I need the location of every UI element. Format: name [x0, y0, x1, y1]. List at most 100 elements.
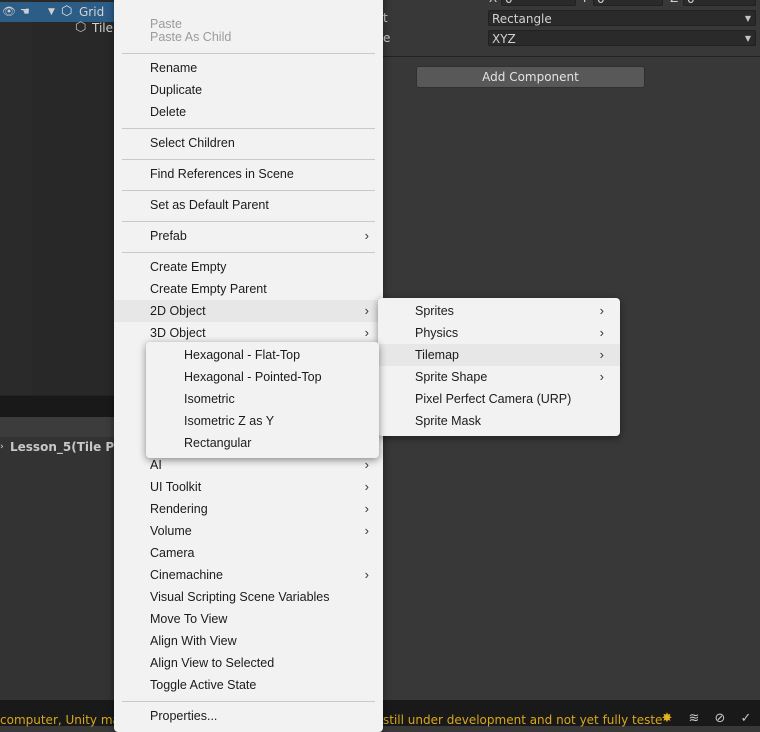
submenu-tilemap: Hexagonal - Flat-Top Hexagonal - Pointed…: [146, 342, 379, 458]
menu-separator: [122, 128, 375, 129]
menu-item-label: Prefab: [150, 229, 187, 243]
menu-item-isometric[interactable]: Isometric: [146, 388, 379, 410]
menu-item-camera[interactable]: Camera: [114, 542, 383, 564]
menu-item-rendering[interactable]: Rendering ›: [114, 498, 383, 520]
menu-item-sprite-shape[interactable]: Sprite Shape ›: [378, 366, 620, 388]
menu-item-label: Delete: [150, 105, 187, 119]
menu-item-cinemachine[interactable]: Cinemachine ›: [114, 564, 383, 586]
dropdown-value: XYZ: [492, 32, 516, 46]
menu-item-label: Cinemachine: [150, 568, 223, 582]
menu-item-label: 2D Object: [150, 304, 206, 318]
checkmark-icon[interactable]: ✓: [738, 711, 754, 727]
menu-item-pixel-perfect-camera[interactable]: Pixel Perfect Camera (URP): [378, 388, 620, 410]
menu-item-3d-object[interactable]: 3D Object ›: [114, 322, 383, 344]
menu-item-duplicate[interactable]: Duplicate: [114, 79, 383, 101]
menu-item-label: Sprites: [415, 304, 454, 318]
menu-item-label: Duplicate: [150, 83, 203, 97]
menu-item-align-with-view[interactable]: Align With View: [114, 630, 383, 652]
z-label: Z: [670, 0, 678, 5]
x-field[interactable]: 0: [501, 0, 576, 6]
menu-item-rectangular[interactable]: Rectangular: [146, 432, 379, 454]
chevron-right-icon: ›: [364, 228, 369, 243]
menu-item-label: Rename: [150, 61, 198, 75]
menu-item-label: UI Toolkit: [150, 480, 202, 494]
menu-item-label: Pixel Perfect Camera (URP): [415, 392, 572, 406]
menu-item-label: Rendering: [150, 502, 208, 516]
menu-item-sprite-mask[interactable]: Sprite Mask: [378, 410, 620, 432]
chevron-right-icon: ›: [364, 303, 369, 318]
menu-item-label: Create Empty Parent: [150, 282, 267, 296]
menu-item-label: Paste As Child: [150, 30, 232, 44]
dropdown-arrow-icon: ▼: [744, 34, 751, 43]
pick-hand-icon[interactable]: ☚: [20, 2, 30, 22]
menu-item-align-view-to-selected[interactable]: Align View to Selected: [114, 652, 383, 674]
hierarchy-gutter: [0, 0, 32, 395]
menu-item-label: Isometric Z as Y: [184, 414, 275, 428]
menu-item-paste-as-child[interactable]: Paste As Child: [114, 26, 383, 48]
property-label-tail: t: [383, 11, 388, 25]
z-field[interactable]: 0: [683, 0, 756, 6]
menu-item-ui-toolkit[interactable]: UI Toolkit ›: [114, 476, 383, 498]
menu-item-create-empty[interactable]: Create Empty: [114, 256, 383, 278]
chevron-right-icon: ›: [364, 479, 369, 494]
menu-item-label: Set as Default Parent: [150, 198, 269, 212]
project-folder-label: Lesson_5(Tile Pal: [10, 440, 127, 454]
menu-item-label: Hexagonal - Pointed-Top: [184, 370, 322, 384]
chevron-right-icon: ›: [599, 347, 604, 362]
y-value: 0: [597, 0, 605, 6]
menu-item-label: Toggle Active State: [150, 678, 257, 692]
project-toolbar: [0, 417, 114, 437]
menu-item-2d-object[interactable]: 2D Object ›: [114, 300, 383, 322]
menu-item-visual-scripting[interactable]: Visual Scripting Scene Variables: [114, 586, 383, 608]
menu-item-hexagonal-pointed-top[interactable]: Hexagonal - Pointed-Top: [146, 366, 379, 388]
menu-item-label: Physics: [415, 326, 459, 340]
x-value: 0: [505, 0, 513, 6]
menu-item-volume[interactable]: Volume ›: [114, 520, 383, 542]
menu-item-rename[interactable]: Rename: [114, 57, 383, 79]
panel-separator: [0, 395, 114, 418]
menu-item-hexagonal-flat-top[interactable]: Hexagonal - Flat-Top: [146, 344, 379, 366]
hierarchy-item-label: Tile: [92, 21, 114, 35]
cell-layout-dropdown[interactable]: Rectangle ▼: [488, 10, 756, 26]
cell-swizzle-dropdown[interactable]: XYZ ▼: [488, 30, 756, 46]
menu-separator: [122, 221, 375, 222]
menu-item-label: Find References in Scene: [150, 167, 294, 181]
property-label-tail: e: [383, 31, 391, 45]
chevron-right-icon: ›: [599, 325, 604, 340]
chevron-right-icon: ›: [599, 369, 604, 384]
menu-item-delete[interactable]: Delete: [114, 101, 383, 123]
menu-item-label: Visual Scripting Scene Variables: [150, 590, 330, 604]
y-field[interactable]: 0: [593, 0, 663, 6]
menu-item-label: Move To View: [150, 612, 228, 626]
expand-arrow-icon[interactable]: ▼: [48, 2, 55, 22]
submenu-2d-object: Sprites › Physics › Tilemap › Sprite Shape ›…: [378, 298, 620, 436]
eye-icon[interactable]: 👁: [2, 2, 16, 22]
menu-item-label: Align View to Selected: [150, 656, 275, 670]
menu-item-tilemap[interactable]: Tilemap ›: [378, 344, 620, 366]
menu-item-sprites[interactable]: Sprites ›: [378, 300, 620, 322]
menu-item-label: Properties...: [150, 709, 218, 723]
menu-item-properties[interactable]: Properties...: [114, 705, 383, 727]
menu-item-select-children[interactable]: Select Children: [114, 132, 383, 154]
menu-item-create-empty-parent[interactable]: Create Empty Parent: [114, 278, 383, 300]
chevron-right-icon: ›: [364, 325, 369, 340]
cache-server-icon[interactable]: ≋: [686, 711, 702, 727]
y-label: Y: [581, 0, 588, 5]
menu-item-toggle-active-state[interactable]: Toggle Active State: [114, 674, 383, 696]
collapse-arrow-icon[interactable]: ›: [0, 438, 4, 456]
menu-item-move-to-view[interactable]: Move To View: [114, 608, 383, 630]
menu-item-physics[interactable]: Physics ›: [378, 322, 620, 344]
dropdown-arrow-icon: ▼: [744, 14, 751, 23]
menu-item-set-default-parent[interactable]: Set as Default Parent: [114, 194, 383, 216]
menu-item-prefab[interactable]: Prefab ›: [114, 225, 383, 247]
add-component-button[interactable]: Add Component: [416, 66, 645, 88]
network-off-icon[interactable]: ⊘: [712, 711, 728, 727]
menu-item-label: Select Children: [150, 136, 235, 150]
gameobject-cube-icon: ⬡: [61, 4, 73, 19]
progress-spinner-icon[interactable]: ✸: [659, 711, 675, 727]
menu-item-label: Hexagonal - Flat-Top: [184, 348, 301, 362]
menu-item-isometric-z-as-y[interactable]: Isometric Z as Y: [146, 410, 379, 432]
chevron-right-icon: ›: [364, 501, 369, 516]
menu-item-find-references[interactable]: Find References in Scene: [114, 163, 383, 185]
menu-separator: [122, 701, 375, 702]
